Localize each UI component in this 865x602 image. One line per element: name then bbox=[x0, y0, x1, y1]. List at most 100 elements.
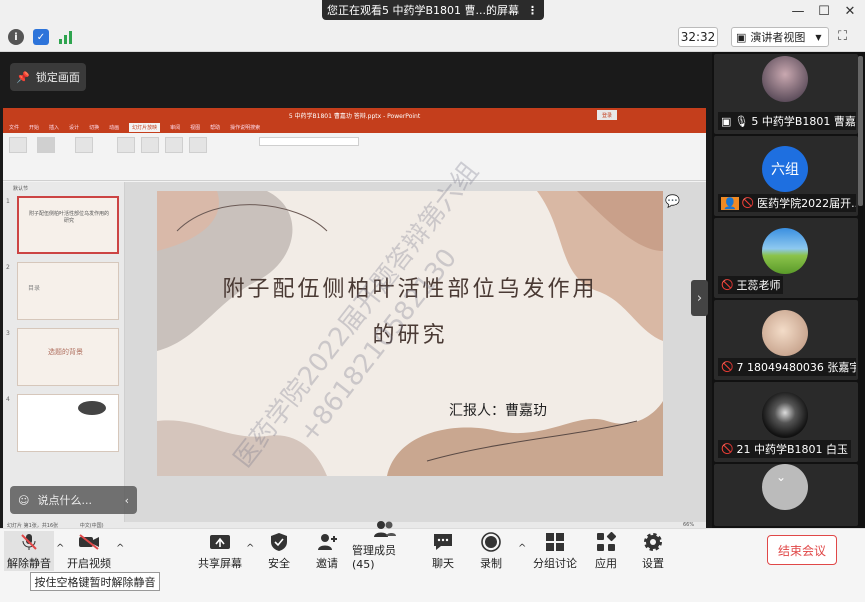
security-label: 安全 bbox=[268, 557, 290, 570]
share-screen-icon bbox=[207, 531, 233, 552]
participant-tile[interactable]: 🚫 王蕊老师 bbox=[714, 218, 858, 298]
fullscreen-icon[interactable]: ⛶ bbox=[838, 29, 854, 45]
gear-icon bbox=[640, 531, 666, 552]
slide-editor: 附子配伍侧柏叶活性部位乌发作用的研究 汇报人：曹嘉玏 💬 bbox=[125, 182, 706, 522]
ppt-tab: 动画 bbox=[109, 125, 120, 131]
unmute-tooltip: 按住空格键暂时解除静音 bbox=[30, 572, 160, 591]
apps-icon bbox=[593, 531, 619, 552]
participant-avatar bbox=[762, 56, 808, 102]
ppt-tab: 开始 bbox=[29, 125, 40, 131]
slide-thumbnail-pane: 默认节 1 附子配伍侧柏叶活性部位乌发作用的研究 2 目录 3 选题的背景 4 bbox=[3, 182, 125, 522]
meeting-info-bar: i ✓ 32:32 ▣ 演讲者视图 ▼ ⛶ bbox=[0, 22, 865, 52]
participants-icon bbox=[372, 519, 398, 539]
meeting-window: 您正在观看5 中药学B1801 曹...的屏幕 ⋮ — ☐ ✕ i ✓ 32:3… bbox=[0, 0, 865, 602]
ppt-tab: 操作说明搜索 bbox=[230, 125, 261, 131]
shared-screen-area: 📌 锁定画面 5 中药学B1801 曹嘉玏 答辩.pptx - PowerPoi… bbox=[0, 52, 712, 530]
close-button[interactable]: ✕ bbox=[837, 2, 863, 20]
participant-avatar bbox=[762, 392, 808, 438]
slide-thumbnail: 附子配伍侧柏叶活性部位乌发作用的研究 bbox=[17, 196, 119, 254]
ppt-tab: 切换 bbox=[89, 125, 100, 131]
start-video-label: 开启视频 bbox=[67, 557, 111, 570]
share-banner-text: 您正在观看5 中药学B1801 曹...的屏幕 bbox=[326, 4, 520, 17]
ppt-tab: 幻灯片放映 bbox=[129, 123, 161, 132]
thumb-text: 目录 bbox=[28, 285, 41, 292]
host-icon: 👤 bbox=[721, 196, 739, 210]
thumb-number: 4 bbox=[6, 396, 10, 403]
slide-presenter: 汇报人：曹嘉玏 bbox=[449, 403, 547, 419]
ppt-tab: 文件 bbox=[9, 125, 20, 131]
add-user-icon bbox=[314, 531, 340, 552]
chat-button[interactable]: 聊天 bbox=[428, 531, 458, 571]
invite-label: 邀请 bbox=[316, 557, 338, 570]
signal-strength-icon[interactable] bbox=[58, 29, 74, 45]
ribbon-button bbox=[37, 137, 55, 153]
video-options-caret[interactable]: ^ bbox=[116, 543, 124, 554]
participant-avatar: 六组 bbox=[762, 146, 808, 192]
record-button[interactable]: 录制 bbox=[476, 531, 506, 571]
apps-label: 应用 bbox=[595, 557, 617, 570]
participant-avatar bbox=[762, 310, 808, 356]
unmute-button[interactable]: 解除静音 bbox=[4, 531, 54, 571]
thumb-image bbox=[78, 401, 106, 415]
meeting-timer: 32:32 bbox=[678, 27, 718, 47]
participant-name: ▣ 🎙 5 中药学B1801 曹嘉... bbox=[718, 112, 856, 130]
ppt-tab: 审阅 bbox=[170, 125, 181, 131]
maximize-button[interactable]: ☐ bbox=[811, 2, 837, 20]
share-screen-button[interactable]: 共享屏幕 bbox=[196, 531, 244, 571]
chat-input-box[interactable]: ☺ 说点什么... ‹ bbox=[10, 486, 137, 514]
breakout-icon bbox=[542, 531, 568, 552]
record-icon bbox=[478, 531, 504, 552]
audio-options-caret[interactable]: ^ bbox=[56, 543, 64, 554]
security-button[interactable]: 安全 bbox=[262, 531, 296, 571]
share-options-caret[interactable]: ^ bbox=[246, 543, 254, 554]
chevron-down-icon[interactable]: ⌄ bbox=[776, 470, 786, 484]
end-meeting-button[interactable]: 结束会议 bbox=[767, 535, 837, 565]
view-mode-label: 演讲者视图 bbox=[750, 31, 806, 44]
participant-tile[interactable]: ⌄ bbox=[714, 464, 858, 526]
comment-icon: 💬 bbox=[665, 194, 680, 208]
ribbon-button bbox=[75, 137, 93, 153]
screen-share-icon: ▣ bbox=[721, 114, 732, 128]
emoji-icon[interactable]: ☺ bbox=[18, 494, 29, 507]
settings-label: 设置 bbox=[642, 557, 664, 570]
ppt-signin-button[interactable]: 登录 bbox=[597, 110, 617, 120]
collapse-sidebar-button[interactable]: › bbox=[691, 280, 708, 316]
security-shield-icon[interactable]: ✓ bbox=[33, 29, 49, 45]
unmute-label: 解除静音 bbox=[7, 557, 51, 570]
gallery-scrollbar[interactable] bbox=[858, 56, 863, 206]
start-video-button[interactable]: 开启视频 bbox=[66, 531, 112, 571]
invite-button[interactable]: 邀请 bbox=[310, 531, 344, 571]
chevron-left-icon[interactable]: ‹ bbox=[125, 494, 137, 507]
lock-view-button[interactable]: 📌 锁定画面 bbox=[10, 63, 86, 91]
mic-muted-icon: 🚫 bbox=[721, 361, 734, 373]
share-banner[interactable]: 您正在观看5 中药学B1801 曹...的屏幕 ⋮ bbox=[322, 0, 544, 20]
participant-tile[interactable]: 🚫 7 18049480036 张嘉宇 bbox=[714, 300, 858, 380]
lock-view-label: 锁定画面 bbox=[35, 71, 80, 84]
view-mode-dropdown[interactable]: ▣ 演讲者视图 ▼ bbox=[731, 27, 829, 47]
current-slide: 附子配伍侧柏叶活性部位乌发作用的研究 汇报人：曹嘉玏 bbox=[157, 191, 663, 476]
ribbon-dropdown bbox=[259, 137, 359, 146]
share-options-icon[interactable]: ⋮ bbox=[527, 4, 539, 17]
participant-tile[interactable]: 六组 👤 🚫 医药学院2022届开... bbox=[714, 136, 858, 216]
ppt-tab: 设计 bbox=[69, 125, 80, 131]
manage-participants-button[interactable]: 管理成员(45) bbox=[352, 521, 418, 571]
thumb-text: 选题的背景 bbox=[48, 348, 83, 356]
apps-button[interactable]: 应用 bbox=[592, 531, 620, 571]
mic-muted-icon: 🚫 bbox=[721, 279, 734, 291]
participant-tile[interactable]: ▣ 🎙 5 中药学B1801 曹嘉... bbox=[714, 54, 858, 134]
ppt-ribbon bbox=[3, 133, 706, 181]
slide-thumbnail: 目录 bbox=[17, 262, 119, 320]
participant-tile[interactable]: 🚫 21 中药学B1801 白玉 bbox=[714, 382, 858, 462]
participant-avatar bbox=[762, 228, 808, 274]
slide-title: 附子配伍侧柏叶活性部位乌发作用的研究 bbox=[222, 277, 598, 348]
breakout-rooms-button[interactable]: 分组讨论 bbox=[532, 531, 578, 571]
info-icon[interactable]: i bbox=[8, 29, 24, 45]
participant-name: 👤 🚫 医药学院2022届开... bbox=[718, 194, 856, 212]
ppt-ribbon-tabs: 文件 开始 插入 设计 切换 动画 幻灯片放映 审阅 视图 帮助 操作说明搜索 bbox=[3, 122, 706, 133]
ribbon-button bbox=[189, 137, 207, 153]
shield-icon bbox=[266, 531, 292, 552]
record-options-caret[interactable]: ^ bbox=[518, 543, 526, 554]
chevron-down-icon: ▼ bbox=[815, 32, 822, 42]
settings-button[interactable]: 设置 bbox=[638, 531, 668, 571]
minimize-button[interactable]: — bbox=[785, 2, 811, 20]
